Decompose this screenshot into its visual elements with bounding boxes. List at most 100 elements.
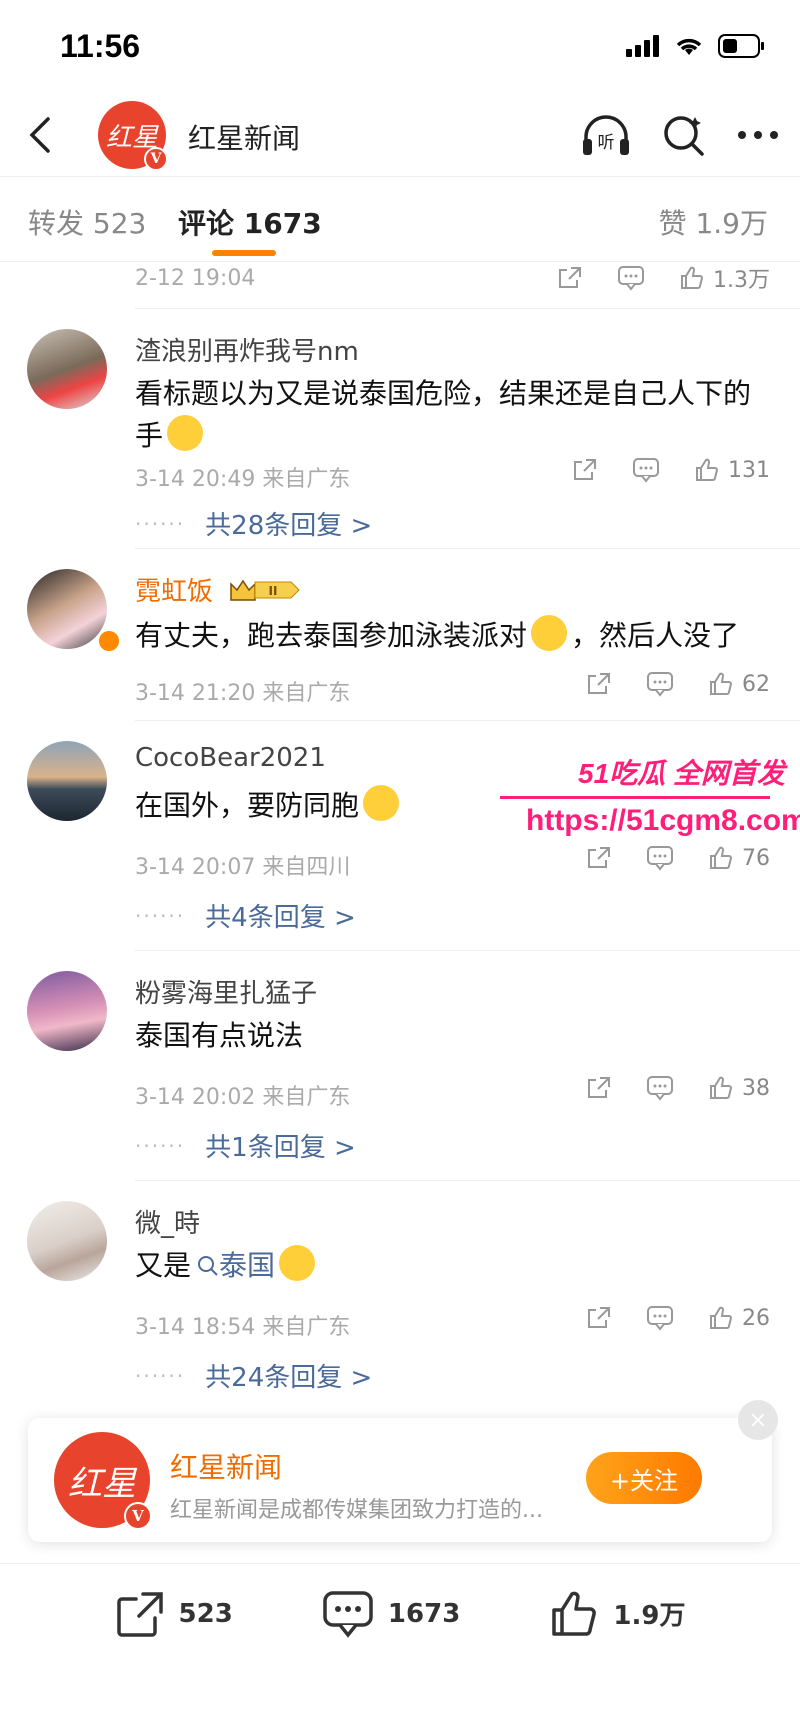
card-avatar[interactable]: 红星 V [54,1432,152,1530]
sweat-smile-emoji [167,415,204,451]
card-account-name[interactable]: 红星新闻 [170,1446,282,1486]
like-button[interactable]: 38 [708,1075,770,1101]
wifi-icon [676,38,702,55]
comment-time: 2-12 19:04 [135,266,256,291]
logo-text: 红星 [68,1463,136,1504]
share-button[interactable] [557,265,583,291]
like-count: 1.9万 [613,1601,686,1631]
comment-username[interactable]: 渣浪别再炸我号nm [135,331,359,368]
reply-button[interactable] [632,457,660,483]
thumbs-up-icon [710,672,733,695]
topic-link[interactable]: 泰国 [197,1249,275,1282]
avatar[interactable] [27,971,107,1051]
comment-actions: 1.3万 [523,262,770,294]
comment-icon [647,1306,673,1331]
reply-button[interactable] [646,671,674,697]
tab-repost[interactable]: 转发 523 [28,202,146,242]
follow-card: 红星 V 红星新闻 红星新闻是成都传媒集团致力打造的... +关注 × [28,1400,778,1542]
comment-username[interactable]: CocoBear2021 [135,743,326,773]
comment-actions: 26 [552,1305,770,1331]
laughing-crying-emoji [363,785,400,821]
watermark: 51吃瓜 全网首发 https://51cgm8.com [500,752,800,852]
follow-button[interactable]: +关注 [586,1452,702,1504]
comment-icon [647,672,673,697]
back-arrow-icon[interactable] [22,115,62,155]
nav-actions: 听 [580,113,780,157]
thumbs-up-icon [710,1076,733,1099]
search-icon[interactable] [662,113,706,157]
verified-badge: V [144,147,168,171]
bottom-action-bar: 523 1673 1.9万 [0,1563,800,1663]
share-icon [588,673,610,694]
comment-username[interactable]: 霓虹饭 II [135,571,301,608]
avatar[interactable] [27,329,107,409]
reply-button[interactable] [617,265,645,291]
share-button[interactable] [586,1075,612,1101]
watermark-line [500,796,770,799]
like-button[interactable]: 131 [694,457,770,483]
comment-icon [323,1590,373,1638]
reply-button[interactable] [646,1075,674,1101]
thumbs-up-icon [552,1591,597,1636]
comment-time: 3-14 20:49 来自广东 [135,467,351,492]
share-button[interactable] [586,671,612,697]
comment-username[interactable]: 微_時 [135,1203,200,1240]
view-replies-link[interactable]: ······ 共28条回复 > [135,505,372,542]
thumbs-up-icon [681,266,704,289]
tab-comments[interactable]: 评论 1673 [178,202,322,242]
comment-item: 渣浪别再炸我号nm 看标题以为又是说泰国危险，结果还是自己人下的手 3-14 2… [27,309,800,549]
avatar[interactable] [27,569,107,649]
like-count: 26 [742,1305,770,1331]
status-time: 11:56 [60,28,141,64]
verified-badge [97,629,121,653]
tab-bar: 转发 523 评论 1673 赞 1.9万 [0,178,800,262]
share-button[interactable] [586,1305,612,1331]
like-button[interactable]: 1.9万 [549,1589,685,1639]
share-button[interactable] [572,457,598,483]
comment-text: 有丈夫，跑去泰国参加泳装派对 ，然后人没了 [135,615,775,657]
like-count: 131 [728,457,770,483]
close-icon[interactable]: × [738,1400,778,1440]
like-count: 62 [742,671,770,697]
nav-bar: 红星 V 红星新闻 听 [0,95,800,177]
watermark-title: 51吃瓜 全网首发 [578,758,785,789]
crying-face-emoji [279,1245,316,1281]
view-replies-link[interactable]: ······ 共24条回复 > [135,1357,372,1394]
verified-badge: V [124,1502,152,1530]
search-icon [198,1256,218,1276]
avatar[interactable] [27,741,107,821]
like-button[interactable]: 1.3万 [679,262,770,294]
vip-crown-icon: II [230,579,300,601]
previous-comment-footer: 2-12 19:04 1.3万 [135,262,800,309]
repost-button[interactable]: 523 [115,1590,233,1638]
like-button[interactable]: 26 [708,1305,770,1331]
comment-time: 3-14 20:07 来自四川 [135,855,351,880]
thumbs-up-icon [710,1306,733,1329]
tab-likes[interactable]: 赞 1.9万 [659,202,768,242]
account-avatar[interactable]: 红星 V [98,101,168,171]
share-icon [574,459,596,480]
view-replies-link[interactable]: ······ 共4条回复 > [135,897,356,934]
comment-text: 泰国有点说法 [135,1019,304,1052]
thinking-face-emoji [531,615,568,651]
tab-active-indicator [212,250,276,256]
view-replies-link[interactable]: ······ 共1条回复 > [135,1127,356,1164]
comment-username[interactable]: 粉雾海里扎猛子 [135,973,317,1010]
comment-button[interactable]: 1673 [322,1590,460,1638]
comment-item: 微_時 又是 泰国 3-14 18:54 来自广东 26 ······ 共24条回复… [27,1181,800,1411]
reply-button[interactable] [646,1305,674,1331]
comment-time: 3-14 18:54 来自广东 [135,1315,351,1340]
repost-count: 523 [178,1598,233,1629]
battery-icon [718,34,764,58]
like-button[interactable]: 62 [708,671,770,697]
signal-icon [626,35,659,57]
share-icon [588,1307,610,1328]
page-title[interactable]: 红星新闻 [188,117,300,157]
more-icon[interactable] [736,129,780,141]
share-icon [559,267,581,288]
avatar[interactable] [27,1201,107,1281]
comment-icon [633,458,659,483]
headphones-icon[interactable]: 听 [580,113,632,157]
comment-time: 3-14 21:20 来自广东 [135,681,351,706]
comment-item: 霓虹饭 II 有丈夫，跑去泰国参加泳装派对 ，然后人没了 3-14 21:20 来… [27,549,800,721]
